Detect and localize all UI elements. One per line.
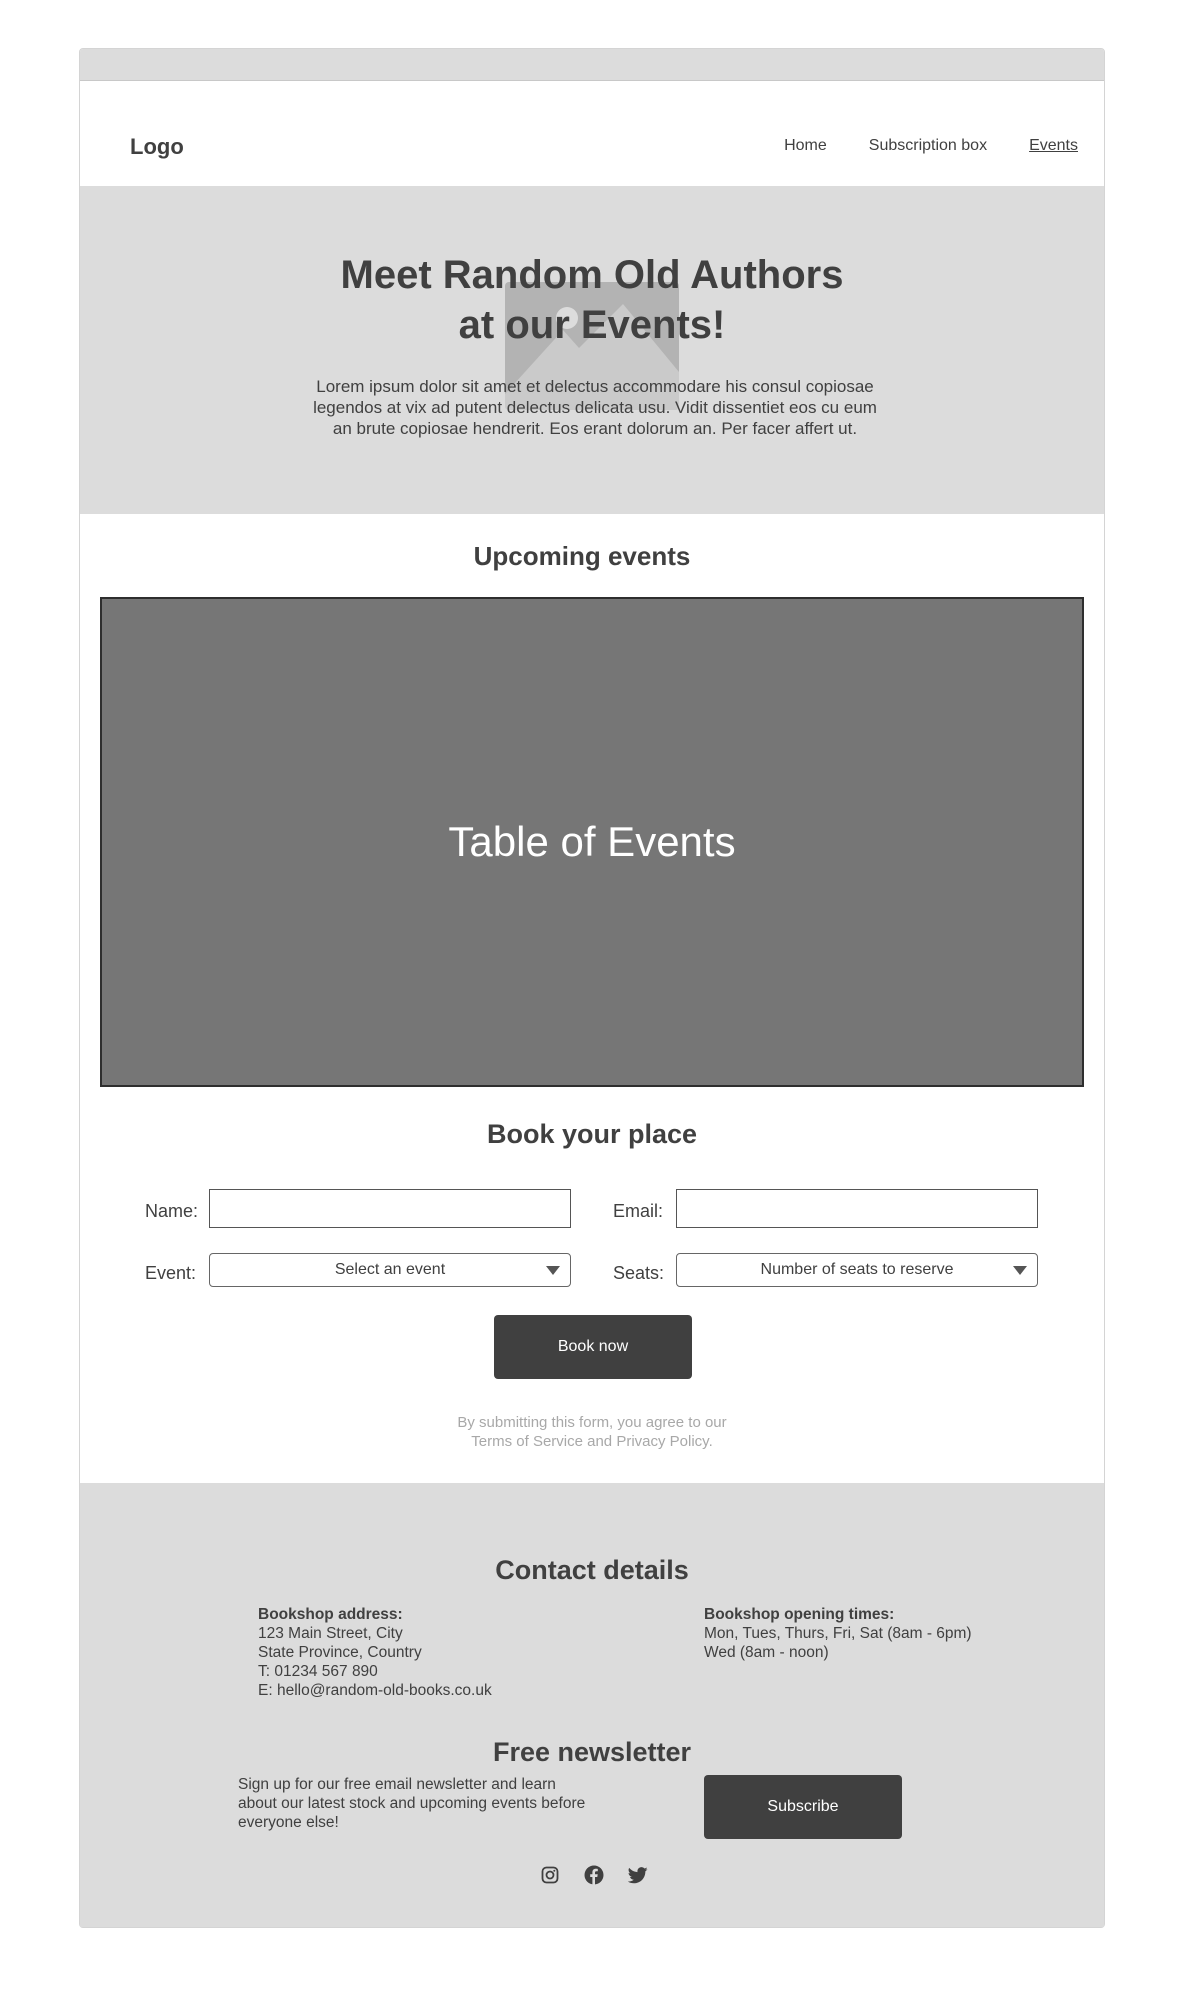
chevron-down-icon <box>546 1266 560 1275</box>
hero-title: Meet Random Old Authors at our Events! <box>80 250 1104 350</box>
book-now-button[interactable]: Book now <box>494 1315 692 1379</box>
seats-select[interactable]: Number of seats to reserve <box>676 1253 1038 1287</box>
nav-item-subscription-box[interactable]: Subscription box <box>869 137 987 155</box>
name-field[interactable] <box>209 1189 571 1228</box>
nav-item-home[interactable]: Home <box>784 137 827 155</box>
opening-times-block: Bookshop opening times: Mon, Tues, Thurs… <box>704 1605 972 1662</box>
address-line: 123 Main Street, City <box>258 1625 403 1642</box>
email-address[interactable]: E: hello@random-old-books.co.uk <box>258 1681 492 1700</box>
seats-select-value: Number of seats to reserve <box>760 1261 954 1278</box>
form-disclaimer: By submitting this form, you agree to ou… <box>80 1413 1104 1451</box>
site-header: Logo Home Subscription box Events <box>80 81 1104 186</box>
nav-item-events[interactable]: Events <box>1029 137 1078 155</box>
upcoming-events-title: Upcoming events <box>473 541 691 571</box>
email-field[interactable] <box>676 1189 1038 1228</box>
email-label: Email: <box>613 1201 664 1221</box>
disclaimer-line1: By submitting this form, you agree to ou… <box>457 1414 727 1431</box>
opening-times-line: Wed (8am - noon) <box>704 1644 829 1661</box>
main-nav: Home Subscription box Events <box>784 137 1078 155</box>
contact-title: Contact details <box>495 1555 689 1585</box>
browser-top-bar <box>80 49 1104 81</box>
facebook-icon[interactable] <box>582 1863 606 1887</box>
newsletter-title: Free newsletter <box>492 1737 692 1767</box>
address-block: Bookshop address: 123 Main Street, City … <box>258 1605 492 1700</box>
browser-frame: Logo Home Subscription box Events Meet R… <box>79 48 1105 1928</box>
event-label: Event: <box>145 1263 197 1283</box>
newsletter-description: Sign up for our free email newsletter an… <box>238 1776 586 1831</box>
opening-times-line: Mon, Tues, Thurs, Fri, Sat (8am - 6pm) <box>704 1625 972 1642</box>
hero-banner: Meet Random Old Authors at our Events! L… <box>80 186 1104 514</box>
logo[interactable]: Logo <box>130 134 184 160</box>
hero-title-line1: Meet Random Old Authors <box>340 253 844 297</box>
twitter-icon[interactable] <box>626 1863 650 1887</box>
address-line: State Province, Country <box>258 1644 422 1661</box>
event-select-value: Select an event <box>334 1261 446 1278</box>
hero-title-line2: at our Events! <box>458 303 726 347</box>
social-links <box>538 1863 650 1887</box>
instagram-icon[interactable] <box>538 1863 562 1887</box>
subscribe-button[interactable]: Subscribe <box>704 1775 902 1839</box>
event-select[interactable]: Select an event <box>209 1253 571 1287</box>
opening-times-heading: Bookshop opening times: <box>704 1606 895 1623</box>
hero-description: Lorem ipsum dolor sit amet et delectus a… <box>313 377 877 438</box>
seats-label: Seats: <box>613 1263 665 1283</box>
phone-number: T: 01234 567 890 <box>258 1663 378 1680</box>
terms-link[interactable]: Terms of Service and Privacy Policy. <box>80 1432 1104 1451</box>
chevron-down-icon <box>1013 1266 1027 1275</box>
name-label: Name: <box>145 1201 199 1221</box>
events-table-label: Table of Events <box>448 818 736 865</box>
address-heading: Bookshop address: <box>258 1606 403 1623</box>
site-footer: Contact details Bookshop address: 123 Ma… <box>80 1483 1104 1927</box>
events-table: Table of Events <box>100 597 1084 1087</box>
booking-title: Book your place <box>486 1119 698 1149</box>
